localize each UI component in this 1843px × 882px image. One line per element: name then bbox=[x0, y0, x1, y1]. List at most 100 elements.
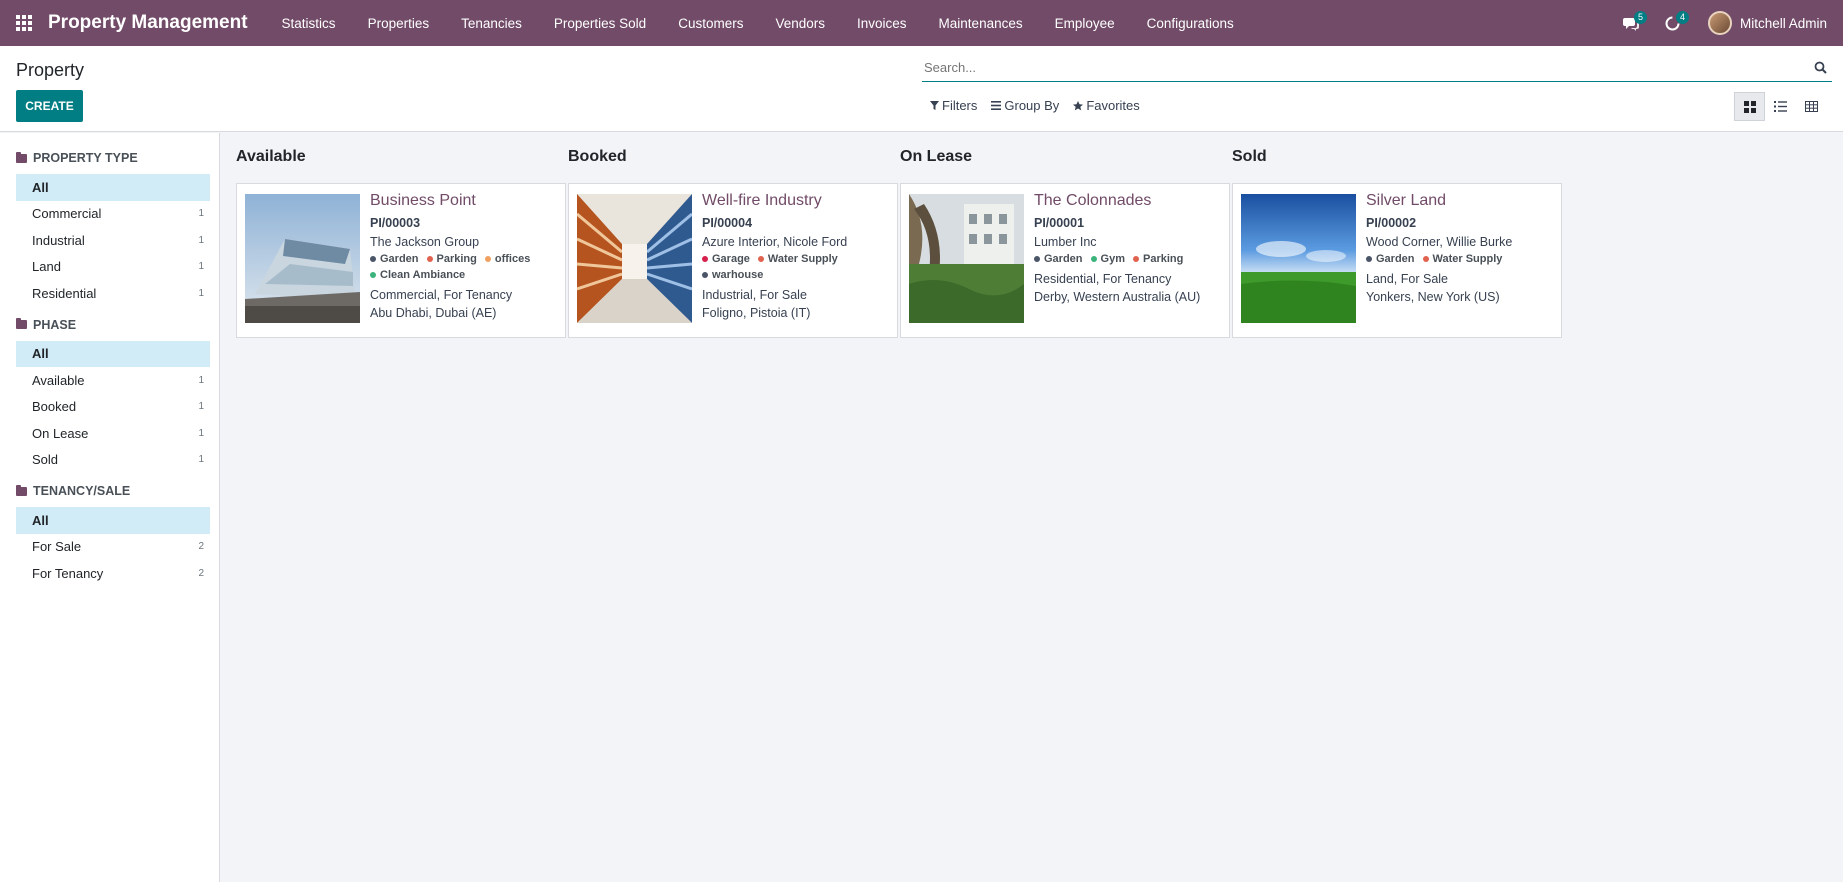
tag-dot bbox=[1090, 256, 1097, 262]
property-ref: PI/00001 bbox=[1034, 216, 1085, 230]
phase-header: PHASE bbox=[0, 315, 219, 335]
property-ref: PI/00003 bbox=[370, 216, 421, 230]
property-card[interactable]: The Colonnades PI/00001 Lumber Inc Garde… bbox=[900, 183, 1230, 338]
folder-icon bbox=[16, 151, 27, 163]
column-title[interactable]: Booked bbox=[568, 148, 627, 166]
property-owner: Wood Corner, Willie Burke bbox=[1366, 235, 1513, 249]
filter-label: For Tenancy bbox=[32, 565, 104, 581]
filter-phase-available[interactable]: Available 1 bbox=[16, 367, 210, 394]
filter-for-sale[interactable]: For Sale 2 bbox=[16, 534, 210, 561]
property-image bbox=[1241, 194, 1356, 323]
column-title[interactable]: Sold bbox=[1232, 148, 1267, 166]
property-type-line: Commercial, For Tenancy bbox=[370, 288, 513, 302]
tenancy-sale-header: TENANCY/SALE bbox=[0, 481, 219, 501]
messages-badge: 5 bbox=[1633, 11, 1647, 24]
filter-type-commercial[interactable]: Commercial 1 bbox=[16, 201, 210, 228]
column-title[interactable]: Available bbox=[236, 148, 306, 166]
property-name[interactable]: Silver Land bbox=[1366, 192, 1555, 210]
filter-label: All bbox=[32, 346, 49, 362]
favorites-label: Favorites bbox=[1086, 98, 1140, 113]
menu-properties-sold[interactable]: Properties Sold bbox=[538, 0, 662, 46]
kanban-view-icon[interactable] bbox=[1734, 92, 1765, 121]
filter-label: Industrial bbox=[32, 232, 85, 248]
user-name[interactable]: Mitchell Admin bbox=[1740, 16, 1827, 31]
card-body: Well-fire Industry PI/00004 Azure Interi… bbox=[702, 192, 891, 324]
filter-phase-sold[interactable]: Sold 1 bbox=[16, 447, 210, 474]
property-ref: PI/00002 bbox=[1366, 216, 1417, 230]
menu-vendors[interactable]: Vendors bbox=[759, 0, 841, 46]
messages-icon[interactable]: 5 bbox=[1610, 0, 1652, 46]
tag: Parking bbox=[1132, 252, 1183, 266]
filter-type-land[interactable]: Land 1 bbox=[16, 254, 210, 281]
property-ref: PI/00004 bbox=[702, 216, 753, 230]
filter-type-all[interactable]: All bbox=[16, 174, 210, 201]
filter-count: 1 bbox=[198, 427, 204, 439]
property-location: Derby, Western Australia (AU) bbox=[1034, 290, 1201, 304]
menu-customers[interactable]: Customers bbox=[662, 0, 759, 46]
filter-label: All bbox=[32, 512, 49, 528]
filter-tenancy-all[interactable]: All bbox=[16, 507, 210, 534]
folder-icon bbox=[16, 484, 27, 496]
app-brand[interactable]: Property Management bbox=[48, 12, 248, 34]
property-name[interactable]: Well-fire Industry bbox=[702, 192, 891, 210]
tag: Parking bbox=[426, 252, 477, 266]
property-owner: Azure Interior, Nicole Ford bbox=[702, 235, 848, 249]
user-avatar[interactable] bbox=[1707, 11, 1732, 35]
filter-type-industrial[interactable]: Industrial 1 bbox=[16, 227, 210, 254]
tag: Water Supply bbox=[757, 252, 838, 266]
tag-label: Garage bbox=[712, 253, 750, 265]
tag-label: Garden bbox=[1044, 253, 1083, 265]
filter-phase-all[interactable]: All bbox=[16, 340, 210, 367]
create-button[interactable]: CREATE bbox=[16, 90, 83, 122]
search-input[interactable] bbox=[922, 54, 1808, 81]
group-by-button[interactable]: Group By bbox=[991, 98, 1059, 113]
property-type-line: Residential, For Tenancy bbox=[1034, 272, 1172, 286]
menu-tenancies[interactable]: Tenancies bbox=[445, 0, 538, 46]
tag-dot bbox=[1422, 256, 1429, 262]
pivot-view-icon[interactable] bbox=[1796, 92, 1827, 121]
menu-employee[interactable]: Employee bbox=[1039, 0, 1131, 46]
tag-dot bbox=[1034, 256, 1040, 262]
menu-invoices[interactable]: Invoices bbox=[841, 0, 923, 46]
control-panel: Property CREATE Filters Group By Favorit… bbox=[0, 46, 1843, 132]
property-owner: The Jackson Group bbox=[370, 235, 480, 249]
filter-count: 1 bbox=[198, 454, 204, 466]
property-card[interactable]: Business Point PI/00003 The Jackson Grou… bbox=[236, 183, 566, 338]
filter-phase-booked[interactable]: Booked 1 bbox=[16, 394, 210, 421]
filter-count: 1 bbox=[198, 374, 204, 386]
menu-properties[interactable]: Properties bbox=[352, 0, 446, 46]
property-card[interactable]: Well-fire Industry PI/00004 Azure Interi… bbox=[568, 183, 898, 338]
filter-count: 1 bbox=[198, 261, 204, 273]
activities-icon[interactable]: 4 bbox=[1652, 0, 1694, 46]
navbar-systray: 5 4 Mitchell Admin bbox=[1610, 0, 1843, 46]
property-name[interactable]: The Colonnades bbox=[1034, 192, 1223, 210]
filter-type-residential[interactable]: Residential 1 bbox=[16, 280, 210, 307]
property-type-line: Land, For Sale bbox=[1366, 272, 1448, 286]
tag: offices bbox=[484, 252, 530, 266]
favorites-button[interactable]: Favorites bbox=[1073, 98, 1140, 113]
list-view-icon[interactable] bbox=[1765, 92, 1796, 121]
menu-configurations[interactable]: Configurations bbox=[1131, 0, 1250, 46]
filter-count: 1 bbox=[198, 401, 204, 413]
tag-label: Garden bbox=[380, 253, 419, 265]
column-title[interactable]: On Lease bbox=[900, 148, 972, 166]
filters-button[interactable]: Filters bbox=[930, 98, 977, 113]
tag: Clean Ambiance bbox=[370, 268, 465, 282]
menu-maintenances[interactable]: Maintenances bbox=[923, 0, 1039, 46]
property-type-section: PROPERTY TYPE All Commercial 1 Industrial… bbox=[0, 148, 219, 307]
filter-phase-on-lease[interactable]: On Lease 1 bbox=[16, 420, 210, 447]
filter-for-tenancy[interactable]: For Tenancy 2 bbox=[16, 560, 210, 587]
menu-statistics[interactable]: Statistics bbox=[266, 0, 352, 46]
filter-label: Available bbox=[32, 372, 85, 388]
activities-badge: 4 bbox=[1675, 11, 1689, 24]
top-navbar: Property Management Statistics Propertie… bbox=[0, 0, 1843, 46]
filter-label: Commercial bbox=[32, 206, 102, 222]
property-card[interactable]: Silver Land PI/00002 Wood Corner, Willie… bbox=[1232, 183, 1562, 338]
apps-menu-icon[interactable] bbox=[0, 0, 48, 46]
search-icon[interactable] bbox=[1808, 61, 1832, 74]
filter-label: Land bbox=[32, 259, 61, 275]
filter-icon bbox=[930, 101, 939, 110]
filter-count: 1 bbox=[198, 208, 204, 220]
tag: Garden bbox=[370, 252, 419, 266]
property-name[interactable]: Business Point bbox=[370, 192, 559, 210]
